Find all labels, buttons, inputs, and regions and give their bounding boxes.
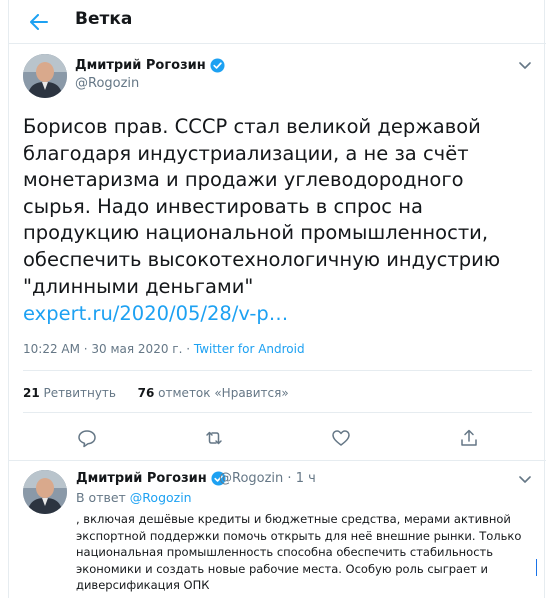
reply-author-handle[interactable]: @Rogozin	[219, 471, 283, 486]
reply-age[interactable]: 1 ч	[296, 471, 316, 486]
chevron-down-icon	[519, 476, 531, 483]
tweet-menu-button[interactable]	[515, 56, 535, 76]
author-name-row[interactable]: Дмитрий Рогозин	[75, 58, 225, 73]
reply-to-line: В ответ @Rogozin	[76, 490, 192, 505]
thread-page: Ветка Дмитрий Рогозин @Rogozin Борисов п…	[8, 0, 546, 598]
divider	[23, 370, 532, 371]
tweet-text: Борисов прав. СССР стал великой державой…	[23, 115, 501, 298]
tweet-link[interactable]: expert.ru/2020/05/28/v-p…	[23, 302, 288, 325]
retweet-button[interactable]	[202, 426, 226, 450]
share-button[interactable]	[457, 426, 481, 450]
like-button[interactable]	[329, 426, 353, 450]
tweet-source[interactable]: Twitter for Android	[194, 342, 305, 356]
tweet-timestamp[interactable]: 10:22 AM · 30 мая 2020 г. ·	[23, 342, 194, 356]
retweet-icon	[206, 431, 222, 445]
share-icon	[461, 429, 477, 446]
reply-text: , включая дешёвые кредиты и бюджетные ср…	[76, 512, 522, 592]
reply-author-name-row[interactable]: Дмитрий Рогозин	[76, 471, 226, 486]
verified-badge-icon	[210, 58, 225, 73]
reply-button[interactable]	[75, 426, 99, 450]
reply-author-avatar[interactable]	[23, 470, 67, 514]
back-button[interactable]	[25, 8, 53, 36]
reply-to-handle[interactable]: @Rogozin	[130, 490, 192, 505]
tweet-meta: 10:22 AM · 30 мая 2020 г. · Twitter for …	[23, 342, 305, 356]
like-stat[interactable]: 76 отметок «Нравится»	[138, 386, 289, 400]
reply-menu-button[interactable]	[515, 470, 535, 490]
chevron-down-icon	[519, 62, 531, 69]
retweet-stat[interactable]: 21 Ретвитнуть	[23, 386, 116, 400]
tweet-stats: 21 Ретвитнуть 76 отметок «Нравится»	[23, 386, 289, 400]
page-title: Ветка	[75, 9, 133, 29]
like-icon	[332, 430, 350, 446]
reply-meta: @Rogozin · 1 ч	[219, 471, 316, 486]
avatar-photo	[23, 54, 67, 98]
reply-author-name[interactable]: Дмитрий Рогозин	[76, 471, 207, 486]
divider	[9, 460, 546, 461]
text-cursor	[536, 559, 537, 576]
arrow-left-icon	[30, 14, 48, 30]
avatar-photo	[23, 470, 67, 514]
divider	[23, 412, 532, 413]
author-handle[interactable]: @Rogozin	[75, 76, 139, 91]
author-name[interactable]: Дмитрий Рогозин	[75, 58, 206, 73]
reply-icon	[78, 430, 96, 448]
thread-header: Ветка	[9, 0, 546, 44]
author-avatar[interactable]	[23, 54, 67, 98]
